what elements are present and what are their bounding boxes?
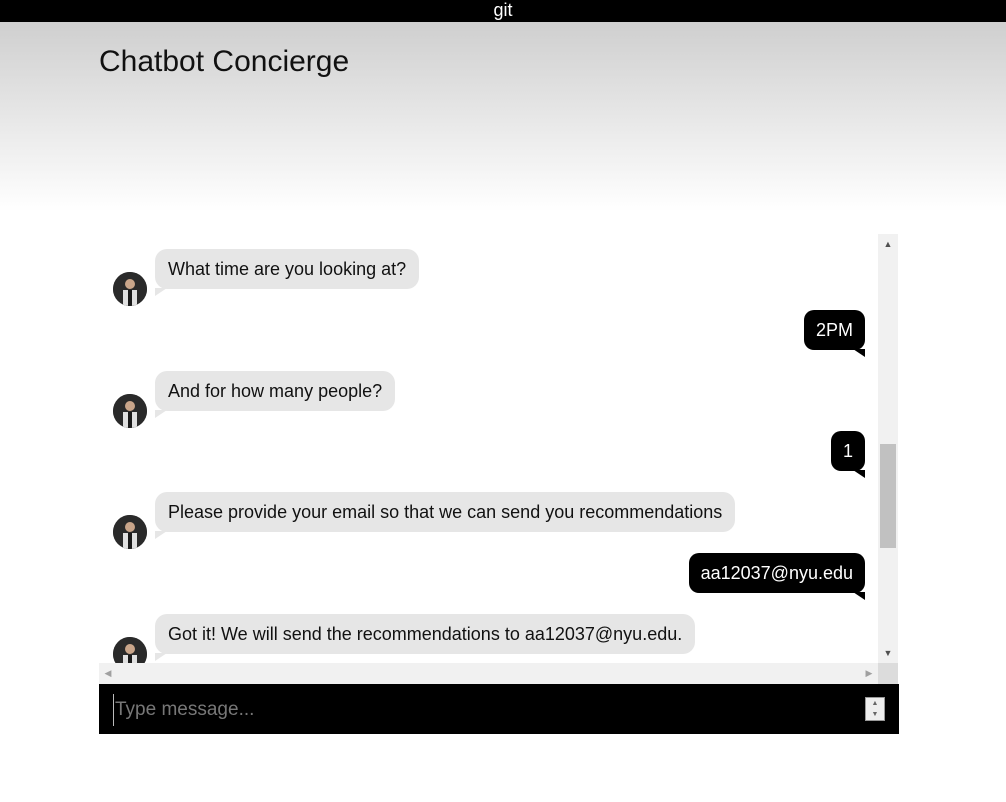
composer-bar: ▲ ▼ — [99, 684, 899, 734]
bot-avatar — [113, 515, 147, 549]
scrollbar-thumb[interactable] — [880, 444, 896, 548]
bot-avatar — [113, 637, 147, 663]
bot-avatar — [113, 272, 147, 306]
message-input[interactable] — [113, 694, 857, 726]
top-bar-label[interactable]: git — [493, 0, 512, 20]
message-list[interactable]: What time are you looking at? 2PM And fo… — [99, 234, 878, 663]
bot-message: And for how many people? — [155, 371, 396, 418]
bot-avatar — [113, 394, 147, 428]
avatar-icon — [113, 515, 147, 549]
user-message: 2PM — [803, 310, 866, 357]
spinner-up-icon[interactable]: ▲ — [866, 698, 884, 709]
input-spinner[interactable]: ▲ ▼ — [865, 697, 885, 721]
avatar-icon — [113, 394, 147, 428]
user-message: aa12037@nyu.edu — [688, 553, 866, 600]
bot-message: What time are you looking at? — [155, 249, 420, 296]
chat-window: What time are you looking at? 2PM And fo… — [99, 234, 899, 684]
vertical-scrollbar[interactable]: ▲ ▼ — [878, 234, 898, 663]
scroll-right-icon[interactable]: ▶ — [860, 663, 878, 684]
page-title: Chatbot Concierge — [99, 45, 350, 78]
scroll-up-icon[interactable]: ▲ — [878, 234, 898, 254]
spinner-down-icon[interactable]: ▼ — [866, 709, 884, 720]
user-message: 1 — [830, 431, 866, 478]
avatar-icon — [113, 637, 147, 663]
top-bar: git — [0, 0, 1006, 22]
horizontal-scrollbar[interactable]: ◀ ▶ — [99, 663, 878, 684]
scroll-down-icon[interactable]: ▼ — [878, 643, 898, 663]
bot-message: Please provide your email so that we can… — [155, 492, 736, 539]
avatar-icon — [113, 272, 147, 306]
scroll-left-icon[interactable]: ◀ — [99, 663, 117, 684]
bot-message: Got it! We will send the recommendations… — [155, 614, 696, 661]
scrollbar-corner — [878, 663, 898, 684]
